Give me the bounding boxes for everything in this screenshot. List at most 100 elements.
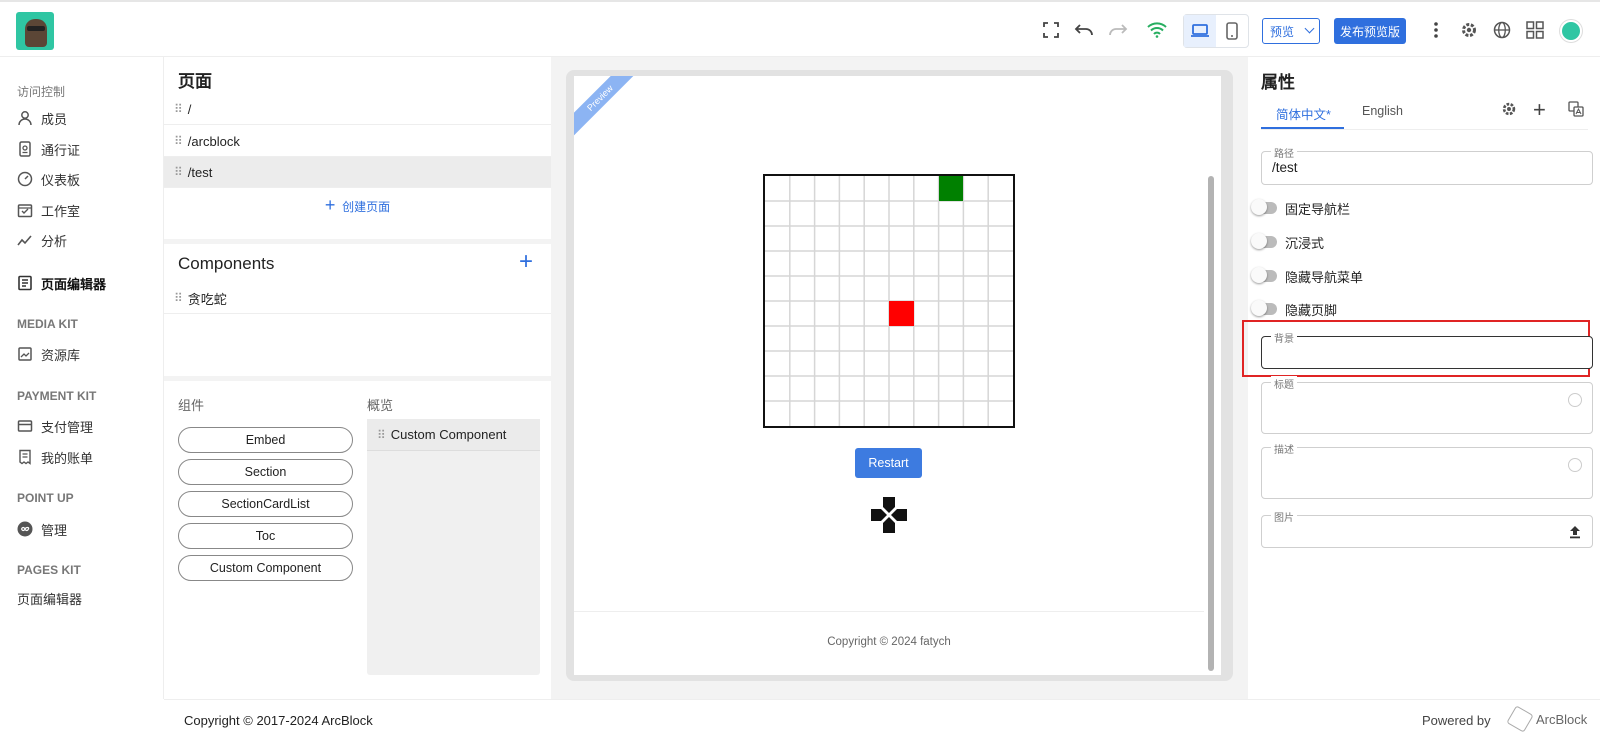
sidebar-item-label: 成员 (41, 111, 68, 127)
toggle-label: 沉浸式 (1285, 235, 1325, 251)
user-avatar[interactable] (1560, 20, 1582, 42)
sidebar-item-analytics[interactable]: 分析 (17, 229, 67, 251)
preview-select-label: 预览 (1270, 24, 1295, 39)
pages-panel: 页面 ⠿ / ⠿ /arcblock ⠿ /test + 创建页面 Compon… (164, 57, 551, 699)
overview-list: ⠿ Custom Component (367, 419, 540, 675)
fullscreen-icon[interactable] (1039, 18, 1063, 42)
sidebar-section-access-control: 访问控制 (17, 85, 66, 99)
title-field-label: 标题 (1271, 376, 1297, 391)
page-row-arcblock[interactable]: ⠿ /arcblock (164, 126, 551, 157)
switch-knob (1251, 267, 1267, 283)
translate-icon[interactable] (1568, 101, 1584, 120)
arcblock-logo[interactable]: ArcBlock (1506, 705, 1587, 733)
logo-glasses (27, 26, 45, 31)
sidebar-item-page-editor[interactable]: 页面编辑器 (17, 272, 106, 294)
path-field-label: 路径 (1271, 145, 1297, 160)
description-field-label: 描述 (1271, 441, 1297, 456)
tab-simplified-chinese[interactable]: 简体中文* (1276, 104, 1331, 123)
preview-select[interactable]: 预览 (1262, 18, 1320, 44)
gear-icon[interactable] (1457, 18, 1481, 42)
mobile-view-button[interactable] (1216, 15, 1248, 47)
snake-game-board[interactable] (763, 174, 1015, 428)
laptop-icon (1191, 24, 1209, 37)
component-row-snake[interactable]: ⠿ 贪吃蛇 (164, 283, 551, 314)
toggle-immersive[interactable]: 沉浸式 (1251, 233, 1325, 251)
switch[interactable] (1251, 267, 1277, 283)
calendar-check-icon (17, 204, 33, 218)
ai-settings-icon[interactable] (1568, 393, 1582, 407)
footer-copyright: Copyright © 2017-2024 ArcBlock (184, 713, 373, 728)
background-field[interactable]: 背景 (1261, 330, 1593, 369)
create-page-button[interactable]: + 创建页面 (164, 195, 551, 216)
sidebar-item-label: 资源库 (41, 347, 81, 363)
app-logo[interactable] (16, 12, 54, 50)
tab-english[interactable]: English (1362, 104, 1403, 118)
preview-screen: Preview Restart Copyright © 2024 fatych (574, 76, 1221, 675)
switch-knob (1251, 233, 1267, 249)
add-language-icon[interactable]: + (1533, 97, 1546, 123)
sidebar-item-my-bills[interactable]: 我的账单 (17, 446, 93, 468)
drag-handle-icon[interactable]: ⠿ (174, 102, 183, 116)
drag-handle-icon[interactable]: ⠿ (174, 134, 183, 148)
sidebar-item-members[interactable]: 成员 (17, 107, 67, 129)
toggle-fixed-navbar[interactable]: 固定导航栏 (1251, 199, 1350, 217)
ai-settings-icon[interactable] (1568, 458, 1582, 472)
preview-ribbon: Preview (574, 76, 640, 138)
logo-face (25, 19, 47, 47)
switch[interactable] (1251, 300, 1277, 316)
dashboard-grid-icon[interactable] (1523, 18, 1547, 42)
sidebar-item-payment-management[interactable]: 支付管理 (17, 415, 93, 437)
toggle-label: 隐藏导航菜单 (1285, 269, 1364, 285)
page-row-test[interactable]: ⠿ /test (164, 157, 551, 188)
drag-handle-icon[interactable]: ⠿ (174, 291, 183, 305)
create-page-label: 创建页面 (342, 200, 391, 214)
scrollbar-thumb[interactable] (1208, 176, 1214, 671)
palette-item-custom-component[interactable]: Custom Component (178, 555, 353, 581)
sidebar-item-label: 页面编辑器 (17, 591, 83, 607)
sidebar-item-dashboard[interactable]: 仪表板 (17, 168, 80, 190)
page-row-root[interactable]: ⠿ / (164, 94, 551, 125)
sidebar-item-pages-kit-editor[interactable]: 页面编辑器 (17, 587, 82, 609)
palette-item-section[interactable]: Section (178, 459, 353, 485)
component-name: 贪吃蛇 (187, 291, 227, 307)
globe-icon[interactable] (1490, 18, 1514, 42)
switch-knob (1251, 300, 1267, 316)
palette-item-section-card-list[interactable]: SectionCardList (178, 491, 353, 517)
desktop-view-button[interactable] (1184, 15, 1216, 47)
publish-preview-button[interactable]: 发布预览版 (1334, 18, 1406, 44)
sidebar-item-passport[interactable]: 通行证 (17, 138, 80, 160)
drag-handle-icon[interactable]: ⠿ (174, 165, 183, 179)
page-footer: Copyright © 2017-2024 ArcBlock Powered b… (164, 699, 1600, 738)
palette-item-toc[interactable]: Toc (178, 523, 353, 549)
overview-item-custom-component[interactable]: ⠿ Custom Component (367, 419, 540, 451)
path-field[interactable]: 路径 /test (1261, 145, 1593, 185)
title-field[interactable]: 标题 (1261, 376, 1593, 434)
drag-handle-icon[interactable]: ⠿ (377, 428, 386, 442)
dpad-controls-icon[interactable] (871, 497, 907, 533)
sidebar-item-studio[interactable]: 工作室 (17, 199, 80, 221)
undo-icon[interactable] (1072, 18, 1096, 42)
overview-label: 概览 (367, 398, 394, 413)
toggle-hide-footer[interactable]: 隐藏页脚 (1251, 300, 1338, 318)
sidebar-item-resource-library[interactable]: 资源库 (17, 343, 80, 365)
toggle-hide-nav-menu[interactable]: 隐藏导航菜单 (1251, 267, 1364, 285)
switch[interactable] (1251, 233, 1277, 249)
toggle-label: 隐藏页脚 (1285, 302, 1338, 318)
palette-item-embed[interactable]: Embed (178, 427, 353, 453)
description-field[interactable]: 描述 (1261, 441, 1593, 499)
upload-icon[interactable] (1568, 525, 1582, 539)
language-settings-icon[interactable] (1501, 101, 1517, 120)
page-path: / (187, 101, 192, 117)
redo-icon[interactable] (1106, 18, 1130, 42)
palette-card: 组件 概览 Embed Section SectionCardList Toc … (164, 381, 551, 699)
add-component-icon[interactable]: + (519, 248, 533, 276)
tabs-divider (1261, 129, 1588, 130)
more-vertical-icon[interactable] (1424, 18, 1448, 42)
restart-button[interactable]: Restart (855, 448, 922, 478)
preview-scrollbar[interactable] (1204, 76, 1218, 675)
sidebar-item-manage[interactable]: 管理 (17, 518, 67, 540)
image-field[interactable]: 图片 (1261, 509, 1593, 548)
components-palette-label: 组件 (178, 398, 205, 413)
sidebar-item-label: 通行证 (41, 142, 81, 158)
switch[interactable] (1251, 199, 1277, 215)
